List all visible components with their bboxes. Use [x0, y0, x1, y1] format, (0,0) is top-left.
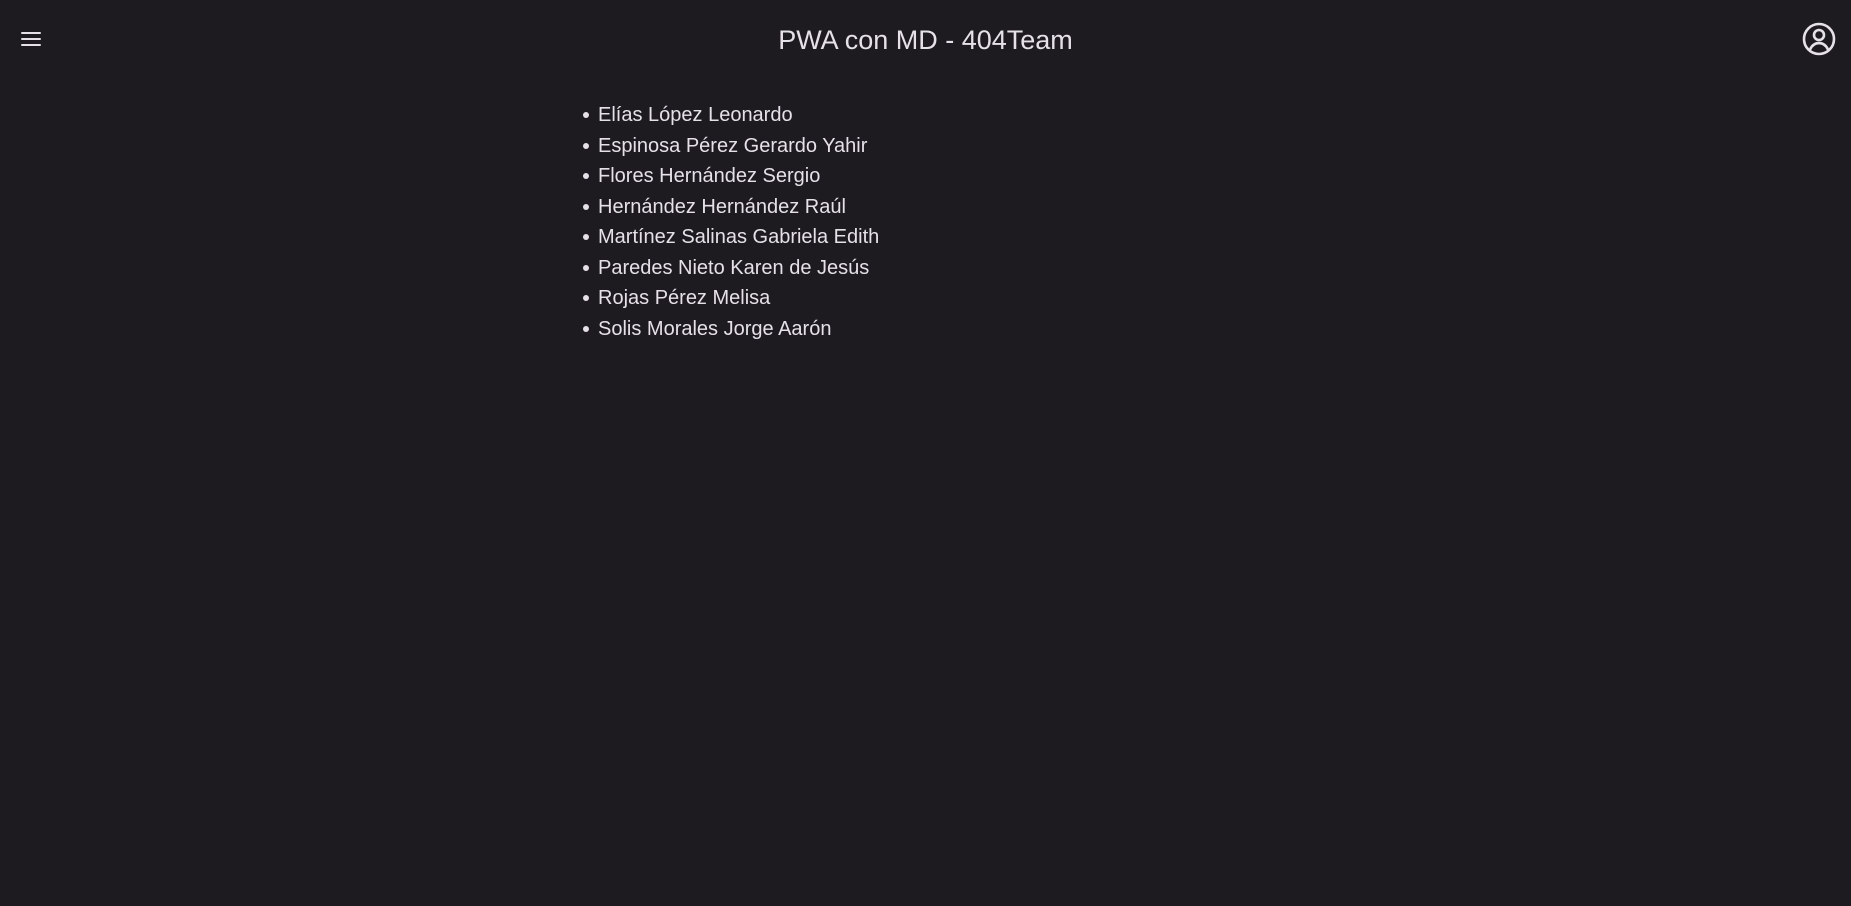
app-window: PWA con MD - 404Team Elías López Leonard… — [0, 0, 1851, 906]
bullet-icon — [583, 142, 589, 149]
bullet-icon — [583, 203, 589, 210]
team-member-name: Hernández Hernández Raúl — [598, 195, 846, 218]
team-member-item: Espinosa Pérez Gerardo Yahir — [583, 131, 879, 162]
team-member-name: Elías López Leonardo — [598, 104, 793, 126]
bullet-icon — [583, 112, 589, 118]
team-member-name: Paredes Nieto Karen de Jesús — [598, 256, 870, 279]
team-member-name: Espinosa Pérez Gerardo Yahir — [598, 134, 868, 157]
team-member-item: Martínez Salinas Gabriela Edith — [583, 222, 880, 253]
bullet-icon — [583, 295, 589, 301]
team-member-item: Elías López Leonardo — [583, 100, 879, 131]
bullet-icon — [583, 173, 589, 179]
team-member-list: Elías López Leonardo Espinosa Pérez Gera… — [583, 100, 880, 345]
team-member-item: Rojas Pérez Melisa — [583, 283, 879, 314]
bullet-icon — [583, 325, 589, 332]
page-title: PWA con MD - 404Team — [778, 25, 1073, 55]
team-member-name: Flores Hernández Sergio — [598, 165, 821, 187]
team-member-name: Rojas Pérez Melisa — [598, 287, 771, 309]
team-member-item: Paredes Nieto Karen de Jesús — [583, 253, 879, 284]
bullet-icon — [583, 264, 589, 271]
team-member-name: Solis Morales Jorge Aarón — [598, 317, 832, 340]
team-member-item: Hernández Hernández Raúl — [583, 192, 879, 223]
bullet-icon — [583, 234, 589, 240]
team-member-name: Martínez Salinas Gabriela Edith — [598, 226, 880, 248]
top-app-bar: PWA con MD - 404Team — [0, 0, 1851, 78]
account-circle-icon — [1802, 22, 1836, 56]
team-members-section: Elías López Leonardo Espinosa Pérez Gera… — [583, 100, 880, 345]
team-member-item: Solis Morales Jorge Aarón — [583, 314, 879, 345]
account-button[interactable] — [1799, 11, 1839, 67]
team-member-item: Flores Hernández Sergio — [583, 161, 879, 192]
